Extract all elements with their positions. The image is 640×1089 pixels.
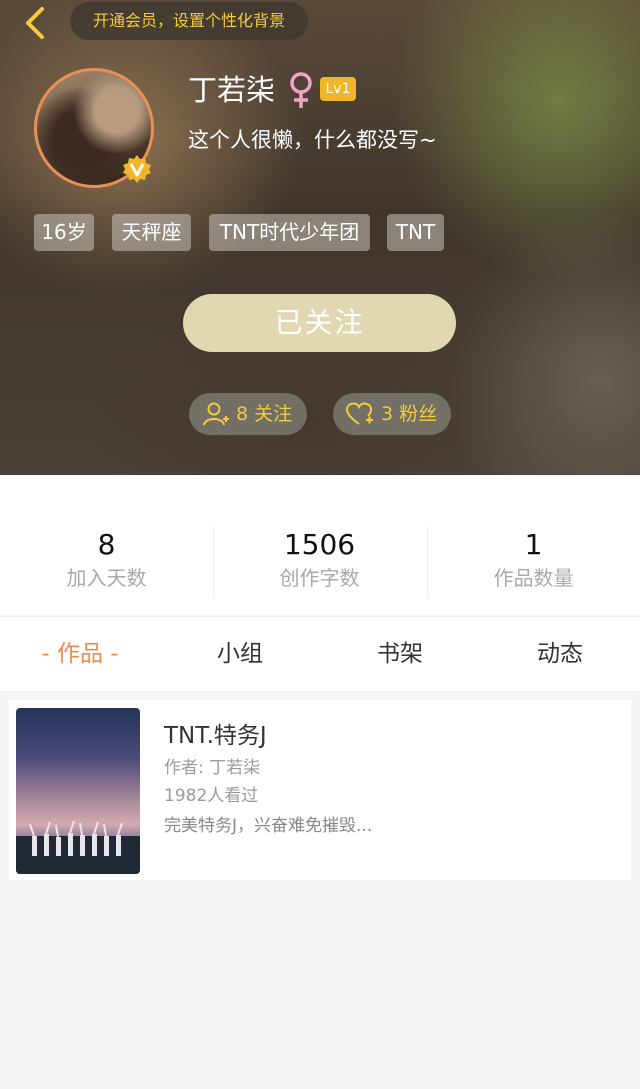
stat-works: 1 作品数量 bbox=[427, 527, 640, 593]
stat-works-value: 1 bbox=[524, 528, 543, 561]
female-gender-icon bbox=[290, 72, 312, 108]
tag-group: TNT时代少年团 bbox=[209, 214, 370, 251]
work-description: 完美特务J，兴奋难免摧毁... bbox=[164, 816, 373, 836]
stat-works-label: 作品数量 bbox=[493, 566, 574, 590]
verified-badge-icon bbox=[123, 155, 151, 183]
vip-banner[interactable]: 开通会员，设置个性化背景 bbox=[70, 2, 308, 40]
username: 丁若柒 bbox=[188, 73, 276, 107]
tag-tnt: TNT bbox=[387, 214, 444, 251]
work-author: 作者: 丁若柒 bbox=[164, 758, 261, 778]
followers-count: 3 粉丝 bbox=[381, 403, 438, 425]
cover-art bbox=[16, 820, 140, 874]
tab-groups[interactable]: 小组 bbox=[160, 617, 320, 691]
tab-bar: - 作品 - 小组 书架 动态 bbox=[0, 616, 640, 692]
tab-works[interactable]: - 作品 - bbox=[0, 617, 160, 691]
back-button[interactable] bbox=[16, 5, 56, 41]
stats-bar: 8 加入天数 1506 创作字数 1 作品数量 bbox=[0, 475, 640, 615]
following-count-button[interactable]: 8 关注 bbox=[189, 393, 307, 435]
work-cover-image bbox=[16, 708, 140, 874]
tag-zodiac: 天秤座 bbox=[112, 214, 191, 251]
chevron-left-icon bbox=[26, 7, 44, 39]
stat-words-value: 1506 bbox=[283, 528, 356, 561]
user-add-icon bbox=[203, 402, 229, 426]
following-button[interactable]: 已关注 bbox=[183, 294, 456, 352]
tab-bookshelf[interactable]: 书架 bbox=[320, 617, 480, 691]
tab-activity[interactable]: 动态 bbox=[480, 617, 640, 691]
profile-header: 开通会员，设置个性化背景 丁若柒 Lv1 这个人很懒，什么都没写~ 16岁 天秤… bbox=[0, 0, 640, 475]
work-card[interactable]: TNT.特务J 作者: 丁若柒 1982人看过 完美特务J，兴奋难免摧毁... bbox=[9, 700, 631, 880]
tag-age: 16岁 bbox=[34, 214, 94, 251]
stat-words-label: 创作字数 bbox=[279, 566, 360, 590]
user-bio: 这个人很懒，什么都没写~ bbox=[188, 128, 437, 152]
work-views: 1982人看过 bbox=[164, 786, 259, 806]
stat-words: 1506 创作字数 bbox=[213, 527, 426, 593]
stat-days: 8 加入天数 bbox=[0, 527, 213, 593]
heart-icon bbox=[346, 402, 373, 425]
followers-count-button[interactable]: 3 粉丝 bbox=[333, 393, 451, 435]
avatar[interactable] bbox=[34, 68, 154, 188]
stat-days-label: 加入天数 bbox=[66, 566, 147, 590]
level-badge: Lv1 bbox=[320, 77, 356, 101]
stat-days-value: 8 bbox=[97, 528, 116, 561]
work-title: TNT.特务J bbox=[164, 723, 267, 749]
following-count: 8 关注 bbox=[236, 403, 293, 425]
